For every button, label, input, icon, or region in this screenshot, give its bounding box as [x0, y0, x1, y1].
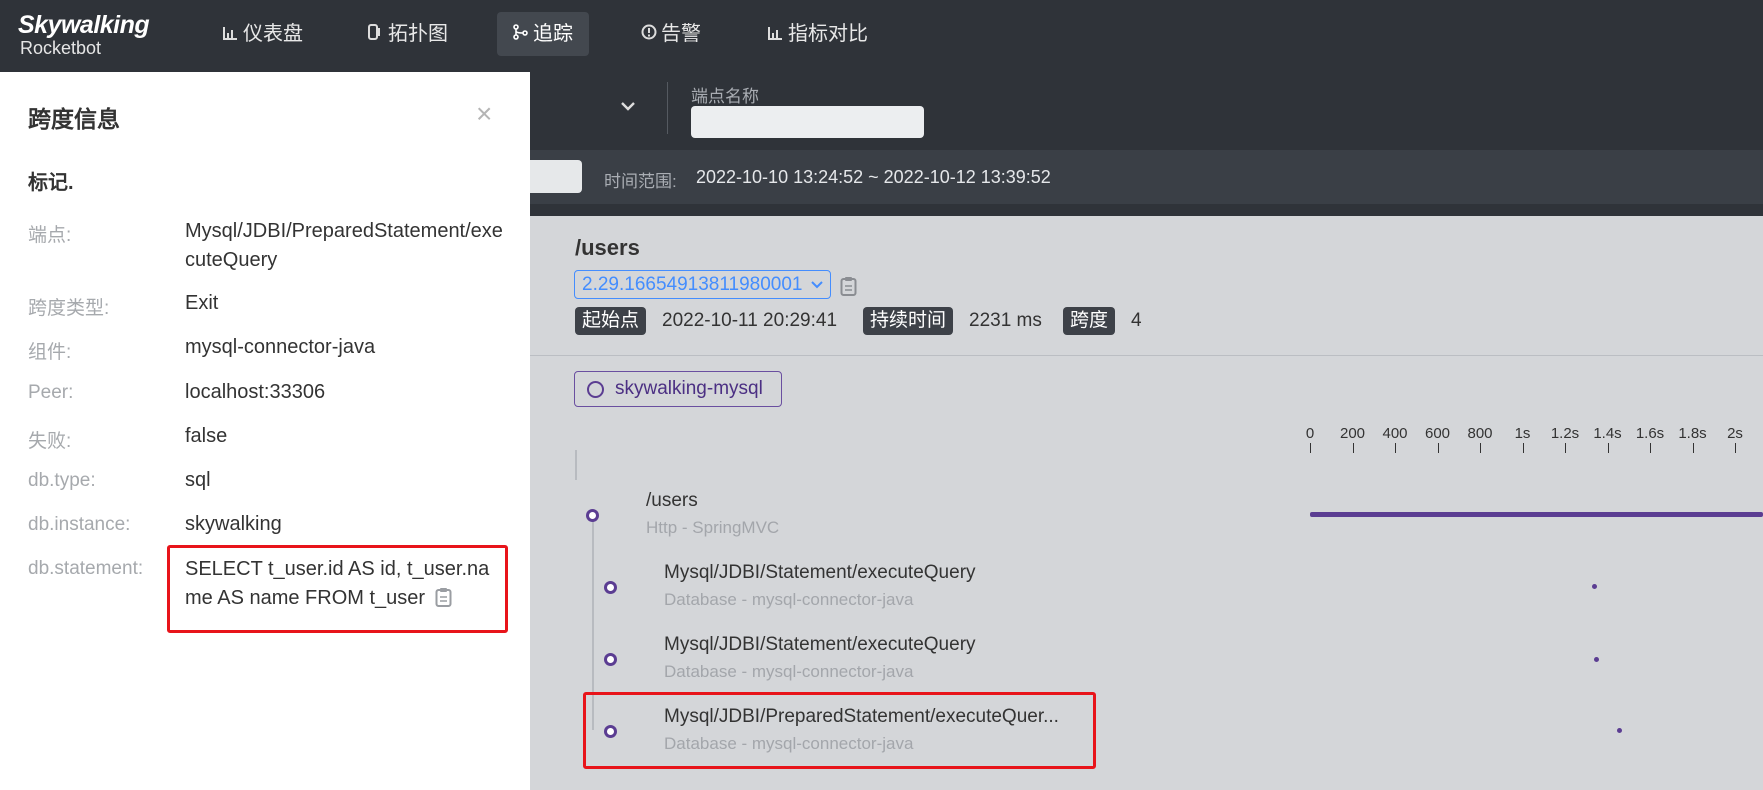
nav-dashboard[interactable]: 仪表盘 — [207, 12, 319, 56]
clipboard-icon[interactable] — [840, 276, 857, 301]
axis-tick-label: 1.2s — [1550, 425, 1580, 442]
nav-compare[interactable]: 指标对比 — [752, 12, 884, 56]
span-count-value: 4 — [1131, 310, 1142, 331]
axis-tick — [1437, 443, 1439, 453]
axis-tick — [1352, 443, 1354, 453]
axis-tick — [1480, 443, 1481, 453]
axis-tick-label: 0 — [1305, 425, 1315, 442]
span-type-label: 跨度类型: — [28, 298, 110, 319]
span-subtitle: Database - mysql-connector-java — [664, 662, 914, 681]
endpoint-label: 端点: — [28, 225, 72, 246]
trace-id-value: 2.29.16654913811980001 — [582, 274, 803, 295]
nav-trace[interactable]: 追踪 — [497, 12, 589, 56]
start-time-value: 2022-10-11 20:29:41 — [662, 310, 838, 331]
close-icon[interactable]: × — [476, 98, 492, 130]
trace-title: /users — [575, 235, 640, 260]
axis-tick-label: 600 — [1424, 425, 1451, 442]
topology-icon — [368, 14, 388, 58]
logo[interactable]: Skywalking Rocketbot — [18, 11, 150, 58]
axis-tick-label: 1s — [1514, 425, 1531, 442]
top-navbar: Skywalking Rocketbot 仪表盘 拓扑图 追踪 告警 指标对比 — [0, 0, 1763, 72]
axis-tick — [1565, 443, 1566, 453]
axis-tick-label: 1.6s — [1635, 425, 1665, 442]
duration-tag: 持续时间 — [863, 307, 954, 335]
start-time-tag: 起始点 — [575, 307, 647, 335]
span-node[interactable] — [604, 653, 617, 666]
nav-dashboard-label: 仪表盘 — [243, 23, 303, 45]
component-label: 组件: — [28, 342, 72, 363]
span-subtitle: Database - mysql-connector-java — [664, 590, 914, 609]
time-range-label: 时间范围: — [604, 172, 677, 191]
highlight-box — [167, 545, 508, 633]
chevron-down-icon — [810, 271, 824, 307]
axis-tick-label: 200 — [1339, 425, 1366, 442]
span-duration-bar[interactable] — [1594, 657, 1599, 662]
db-instance-label: db.instance: — [28, 514, 131, 535]
divider — [530, 355, 1763, 356]
logo-title: Skywalking — [18, 11, 150, 39]
span-name[interactable]: Mysql/JDBI/Statement/executeQuery — [664, 634, 976, 656]
span-name[interactable]: /users — [646, 490, 698, 512]
failed-value: false — [185, 425, 228, 447]
axis-tick — [1735, 443, 1736, 453]
span-duration-bar[interactable] — [1617, 728, 1622, 733]
compare-icon — [768, 14, 788, 58]
circle-icon — [587, 381, 604, 398]
filter-input[interactable] — [530, 160, 582, 193]
panel-title: 跨度信息 — [28, 106, 120, 132]
nav-compare-label: 指标对比 — [788, 23, 868, 45]
axis-tick-label: 800 — [1467, 425, 1493, 442]
axis-tick — [1395, 443, 1396, 453]
db-statement-label: db.statement: — [28, 558, 144, 579]
logo-subtitle: Rocketbot — [20, 38, 102, 58]
span-info-panel: 跨度信息 × 标记. 端点: Mysql/JDBI/PreparedStatem… — [0, 72, 530, 790]
nav-alarm[interactable]: 告警 — [625, 12, 717, 56]
failed-label: 失败: — [28, 431, 72, 452]
peer-label: Peer: — [28, 382, 74, 403]
endpoint-value: Mysql/JDBI/PreparedStatement/executeQuer… — [185, 220, 503, 271]
axis-tick — [1522, 443, 1524, 453]
component-value: mysql-connector-java — [185, 336, 376, 358]
db-type-label: db.type: — [28, 470, 96, 491]
db-instance-value: skywalking — [185, 513, 282, 535]
trace-id-select[interactable]: 2.29.16654913811980001 — [574, 270, 831, 299]
highlight-box — [583, 692, 1096, 769]
span-count-tag: 跨度 — [1063, 307, 1116, 335]
time-range-value[interactable]: 2022-10-10 13:24:52 ~ 2022-10-12 13:39:5… — [696, 167, 1051, 188]
bar-chart-icon — [223, 14, 243, 58]
axis-tick — [1650, 443, 1651, 453]
nav-topology-label: 拓扑图 — [388, 23, 448, 45]
trace-icon — [513, 14, 533, 58]
divider — [667, 82, 668, 134]
axis-tick — [1607, 443, 1609, 453]
tags-heading: 标记. — [28, 172, 74, 194]
db-type-value: sql — [185, 469, 211, 491]
axis-tick-label: 2s — [1727, 425, 1743, 442]
alarm-icon — [641, 14, 661, 58]
endpoint-name-label: 端点名称 — [691, 87, 759, 106]
nav-alarm-label: 告警 — [661, 23, 701, 45]
filter-bar-bottom — [530, 204, 1763, 216]
axis-tick — [1310, 443, 1311, 453]
span-subtitle: Http - SpringMVC — [646, 518, 780, 537]
span-duration-bar[interactable] — [1310, 512, 1763, 517]
service-name: skywalking-mysql — [615, 378, 763, 399]
nav-trace-label: 追踪 — [533, 23, 573, 45]
span-type-value: Exit — [185, 292, 219, 314]
span-duration-bar[interactable] — [1592, 584, 1597, 589]
axis-tick-label: 1.4s — [1593, 425, 1622, 442]
axis-tick — [1692, 443, 1694, 453]
axis-tick-label: 400 — [1382, 425, 1408, 442]
axis-tick-label: 1.8s — [1678, 425, 1707, 442]
nav-topology[interactable]: 拓扑图 — [352, 12, 464, 56]
endpoint-name-input[interactable] — [691, 106, 924, 138]
duration-value: 2231 ms — [969, 310, 1042, 331]
span-name[interactable]: Mysql/JDBI/Statement/executeQuery — [664, 562, 976, 584]
chevron-down-icon[interactable] — [620, 95, 636, 116]
span-node[interactable] — [586, 509, 599, 522]
peer-value: localhost:33306 — [185, 381, 326, 403]
span-node[interactable] — [604, 581, 617, 594]
tree-line — [575, 450, 577, 480]
service-tag[interactable]: skywalking-mysql — [574, 371, 782, 407]
